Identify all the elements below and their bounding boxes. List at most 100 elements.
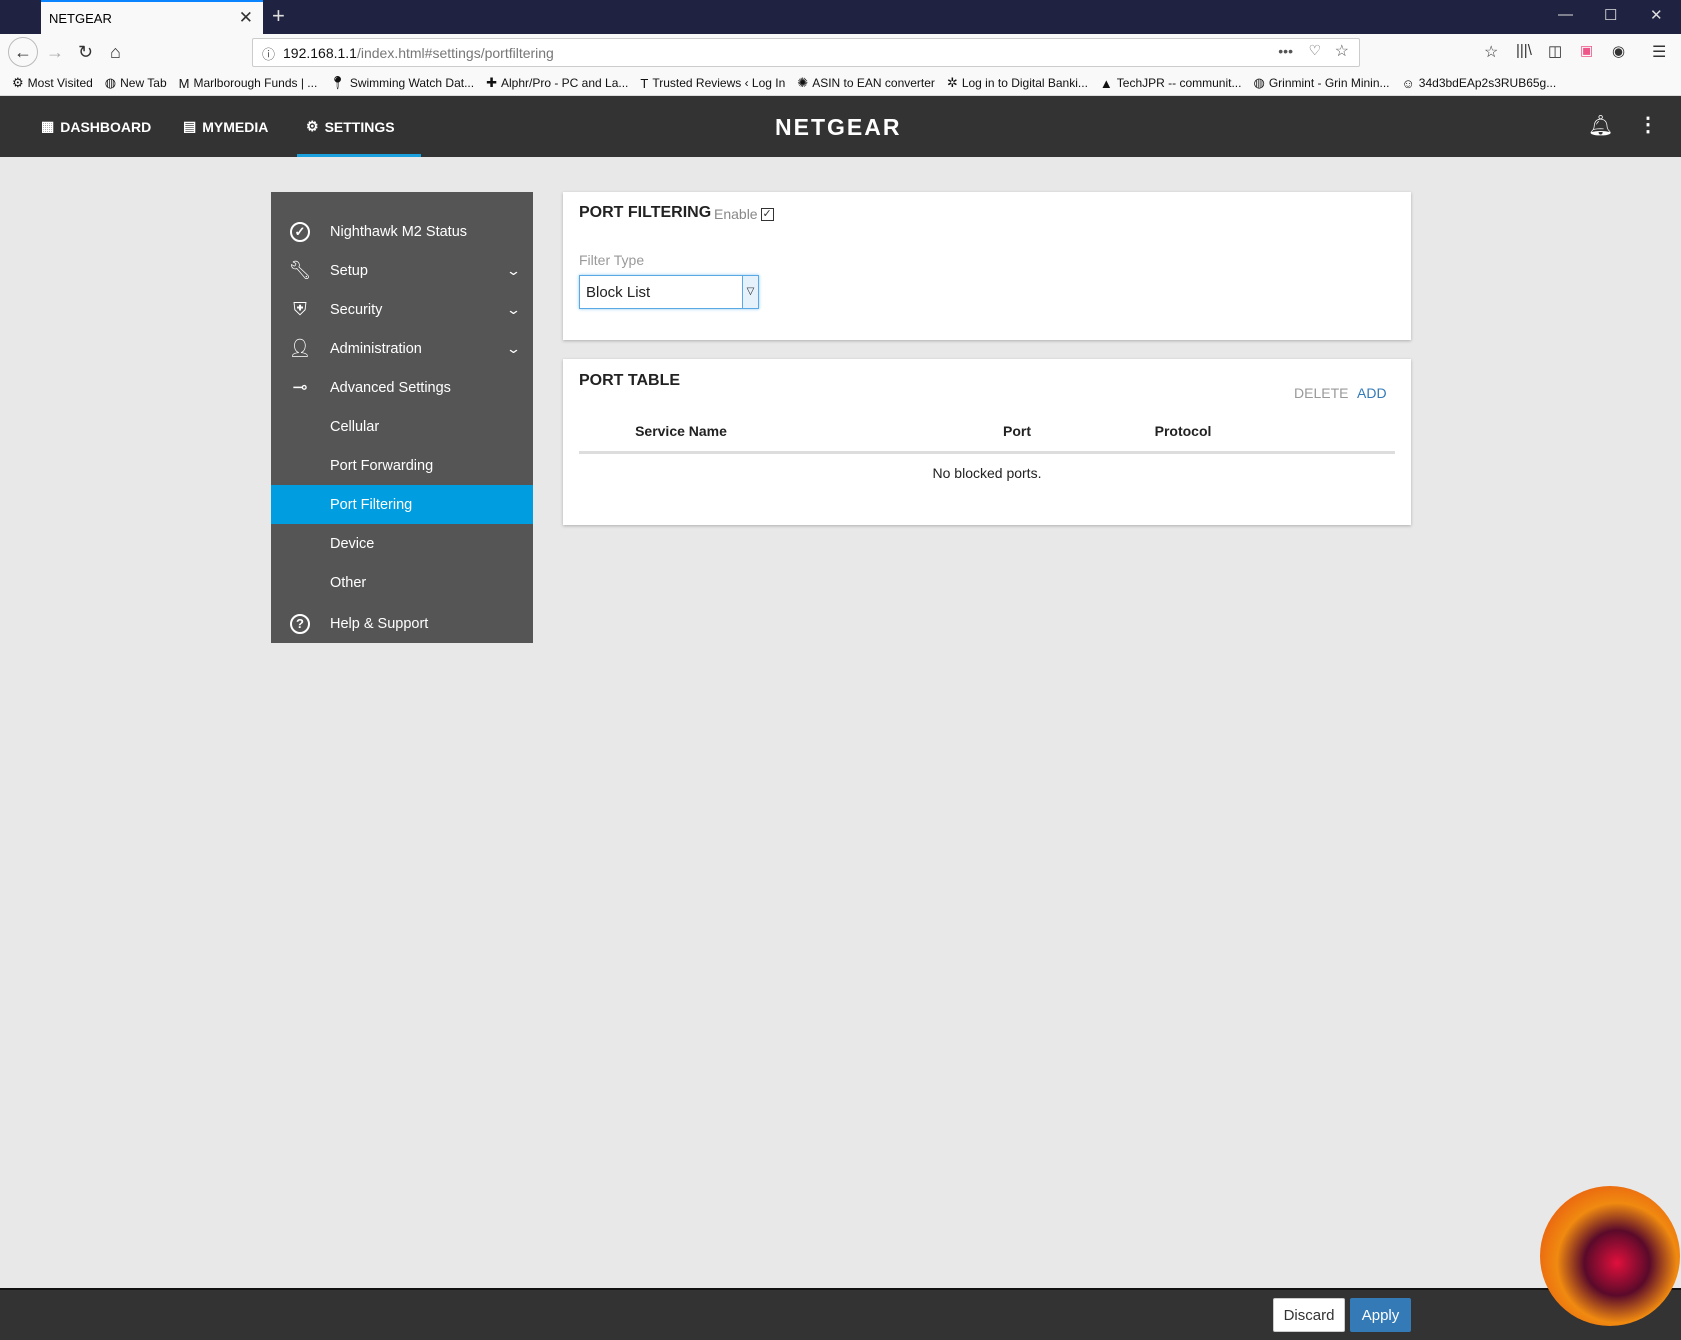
sidebar-item-administration[interactable]: 👤︎ Administration ⌄ (271, 329, 533, 368)
sidebar-item-label: Help & Support (330, 615, 429, 632)
filter-type-label: Filter Type (579, 252, 645, 268)
sidebar-item-nighthawk-m2-status[interactable]: ✓ Nighthawk M2 Status (271, 212, 533, 251)
home-icon[interactable]: ⌂ (110, 42, 121, 63)
bookmark-label: Most Visited (27, 76, 93, 90)
chevron-down-icon[interactable]: ⌄ (506, 263, 521, 279)
sidebar-item-port-forwarding[interactable]: Port Forwarding (271, 446, 533, 485)
globe-icon: ◍ (104, 75, 117, 90)
nav-label: DASHBOARD (60, 118, 152, 135)
sidebar-item-label: Nighthawk M2 Status (330, 223, 468, 240)
nav-label: MYMEDIA (202, 118, 269, 135)
sidebar-item-other[interactable]: Other (271, 563, 533, 602)
bookmark-star-icon[interactable]: ☆ (1335, 41, 1349, 61)
chevron-down-icon[interactable]: ⌄ (506, 302, 521, 318)
forward-icon[interactable]: → (46, 42, 64, 63)
nav-dashboard[interactable]: ▦ DASHBOARD (41, 96, 151, 157)
filter-type-select[interactable]: Block List ▽ (579, 275, 759, 309)
sidebar-toggle-icon[interactable]: ◫ (1548, 42, 1562, 60)
sidebar-item-label: Security (330, 301, 383, 318)
delete-button[interactable]: DELETE (1294, 385, 1348, 401)
sidebar-item-setup[interactable]: 🔧︎ Setup ⌄ (271, 251, 533, 290)
bookmark-label: 34d3bdEAp2s3RUB65g... (1418, 76, 1557, 90)
sidebar-item-label: Advanced Settings (330, 379, 451, 396)
maximize-icon[interactable]: ☐ (1604, 6, 1617, 24)
browser-tab[interactable]: NETGEAR ✕ (41, 0, 263, 34)
close-tab-icon[interactable]: ✕ (239, 8, 253, 28)
bookmark-label: New Tab (120, 76, 167, 90)
minimize-icon[interactable]: — (1558, 6, 1573, 23)
sidebar-item-cellular[interactable]: Cellular (271, 407, 533, 446)
bookmark-label: Marlborough Funds | ... (193, 76, 318, 90)
bookmark-label: Trusted Reviews ‹ Log In (652, 76, 786, 90)
nav-mymedia[interactable]: ▤ MYMEDIA (183, 96, 268, 157)
reload-icon[interactable]: ↻ (78, 42, 93, 63)
bell-icon[interactable]: 🔔︎ (1588, 113, 1613, 138)
close-window-icon[interactable]: ✕ (1650, 6, 1663, 24)
sidebar-item-advanced-settings[interactable]: ⊸ Advanced Settings (271, 368, 533, 407)
m-logo-icon: M (178, 75, 190, 91)
pocket-icon[interactable]: ♡ (1308, 42, 1321, 59)
browser-tab-bar: NETGEAR ✕ + — ☐ ✕ (0, 0, 1681, 34)
library-icon[interactable]: |||\ (1516, 42, 1532, 59)
pin-icon: 📍︎ (329, 75, 346, 90)
shield-icon: ⛨ (293, 299, 307, 319)
dashboard-icon: ▦ (41, 118, 55, 134)
more-actions-icon[interactable]: ••• (1278, 43, 1293, 59)
back-icon[interactable]: ← (8, 37, 38, 67)
sidebar-item-port-filtering[interactable]: Port Filtering (271, 485, 533, 524)
add-button[interactable]: ADD (1357, 385, 1387, 401)
bookmark-label: Swimming Watch Dat... (349, 76, 475, 90)
sidebar-item-label: Port Filtering (330, 496, 413, 513)
discard-button[interactable]: Discard (1273, 1298, 1345, 1332)
active-tab-indicator (297, 154, 421, 157)
bookmark-item[interactable]: ✲ Log in to Digital Banki... (947, 75, 1088, 91)
bookmark-item[interactable]: 📍︎ Swimming Watch Dat... (329, 75, 474, 91)
info-icon[interactable]: ⓘ (262, 44, 275, 63)
filter-type-value: Block List (586, 284, 651, 301)
table-divider (579, 451, 1395, 454)
gear-blue-icon: ✺ (797, 75, 809, 90)
enable-toggle[interactable]: Enable ✓ (714, 206, 774, 222)
sidebar-item-label: Port Forwarding (330, 457, 434, 474)
bookmark-item[interactable]: ⚙ Most Visited (12, 75, 93, 91)
enable-checkbox[interactable]: ✓ (760, 207, 774, 221)
url-input[interactable]: ⓘ 192.168.1.1/index.html#settings/portfi… (252, 38, 1360, 67)
port-filtering-title: PORT FILTERING (579, 204, 712, 221)
bookmark-item[interactable]: ✚ Alphr/Pro - PC and La... (486, 75, 628, 91)
extension-icon[interactable]: ▣ (1580, 42, 1593, 59)
bookmark-label: Alphr/Pro - PC and La... (500, 76, 629, 90)
chevron-down-icon[interactable]: ⌄ (506, 341, 521, 357)
media-icon: ▤ (183, 118, 197, 134)
sidebar-item-security[interactable]: ⛨ Security ⌄ (271, 290, 533, 329)
account-icon[interactable]: ◉ (1612, 42, 1625, 60)
bookmark-item[interactable]: M Marlborough Funds | ... (179, 75, 318, 91)
bookmark-label: TechJPR -- communit... (1116, 76, 1242, 90)
bookmark-item[interactable]: ▲ TechJPR -- communit... (1100, 75, 1242, 91)
drive-icon: ▲ (1099, 75, 1113, 91)
tab-title: NETGEAR (49, 11, 112, 26)
port-table-card: PORT TABLE DELETE ADD Service Name Port … (563, 359, 1411, 525)
help-icon: ? (290, 613, 310, 634)
kebab-menu-icon[interactable]: ⋮ (1638, 112, 1658, 137)
bookmark-item[interactable]: ✺ ASIN to EAN converter (797, 75, 935, 91)
menu-icon[interactable]: ☰ (1652, 42, 1666, 62)
bookmarks-menu-icon[interactable]: ☆ (1484, 42, 1498, 62)
sidebar-item-help-support[interactable]: ? Help & Support (271, 604, 533, 643)
url-host: 192.168.1.1 (283, 45, 357, 61)
chevron-down-icon: ▽ (742, 276, 758, 308)
sidebar-item-device[interactable]: Device (271, 524, 533, 563)
bookmark-item[interactable]: T Trusted Reviews ‹ Log In (640, 75, 785, 91)
apply-button[interactable]: Apply (1350, 1298, 1411, 1332)
bookmark-item[interactable]: ◍ Grinmint - Grin Minin... (1253, 75, 1389, 91)
action-footer: Discard Apply (0, 1288, 1681, 1340)
gear-icon: ⚙ (12, 75, 24, 90)
check-circle-icon: ✓ (290, 221, 310, 242)
plus-logo-icon: ✚ (486, 75, 497, 90)
sidebar-item-label: Setup (330, 262, 368, 279)
nav-settings[interactable]: ⚙ SETTINGS (306, 96, 395, 157)
bookmark-item[interactable]: ◍ New Tab (105, 75, 167, 91)
url-path: /index.html#settings/portfiltering (356, 45, 554, 61)
bookmark-item[interactable]: ☺ 34d3bdEAp2s3RUB65g... (1402, 75, 1557, 91)
bookmark-label: Log in to Digital Banki... (961, 76, 1088, 90)
new-tab-icon[interactable]: + (272, 3, 285, 29)
